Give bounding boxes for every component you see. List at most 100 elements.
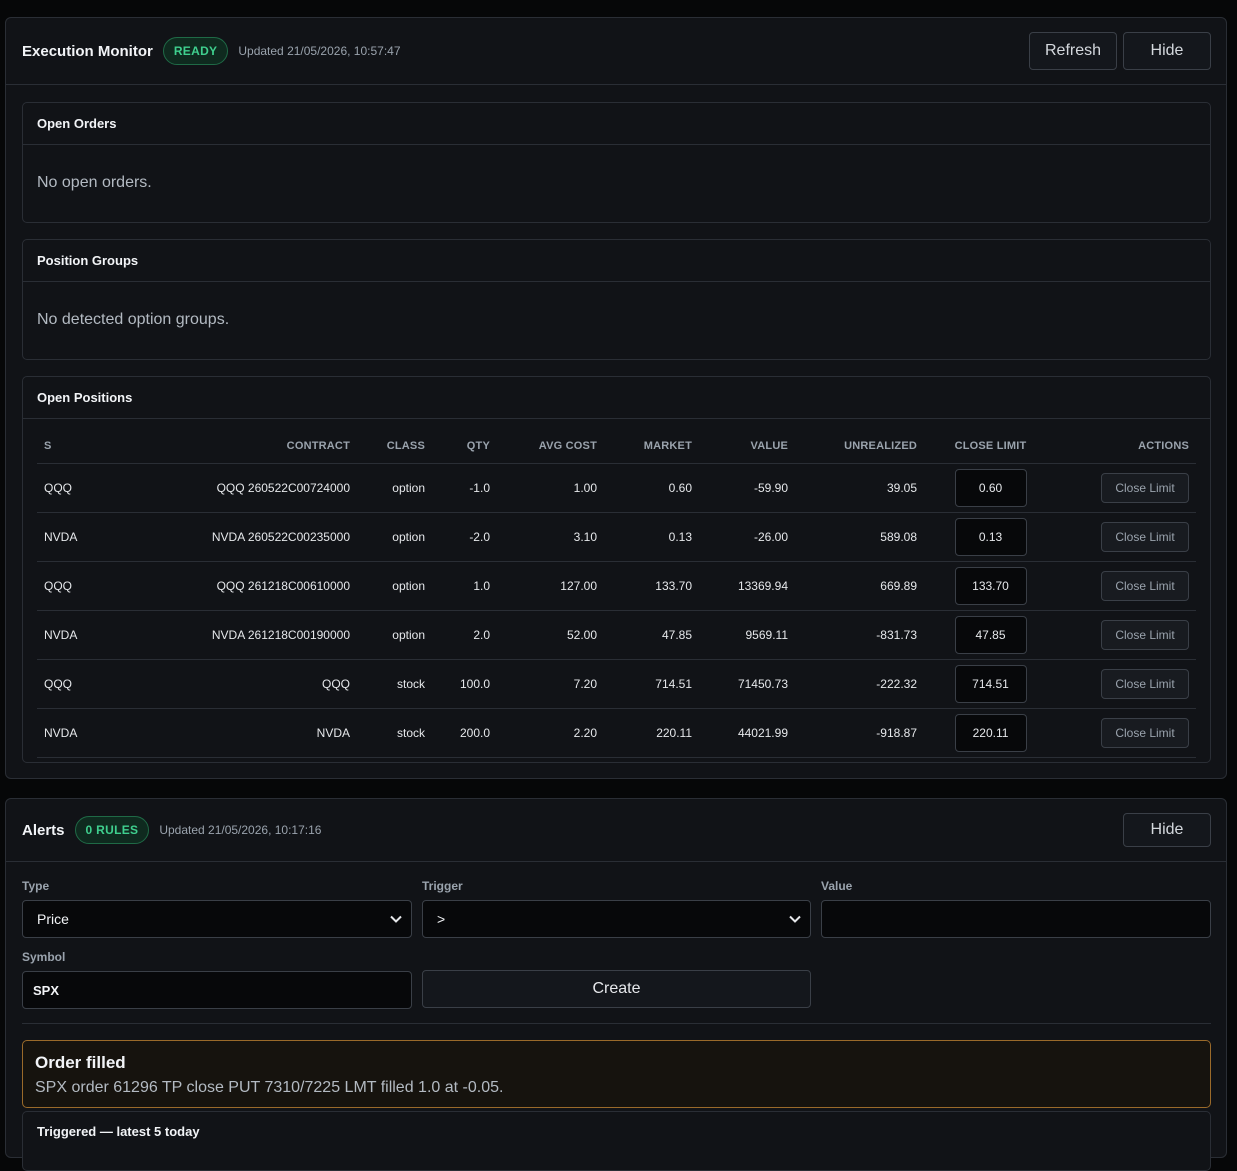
cell-contract: NVDA 260522C00235000 bbox=[111, 512, 357, 562]
cell-unrealized: 669.89 bbox=[795, 561, 924, 611]
column-header: CONTRACT bbox=[111, 429, 357, 464]
chevron-down-icon bbox=[390, 915, 402, 923]
cell-actions: Close Limit bbox=[1057, 463, 1196, 513]
cell-avg-cost: 52.00 bbox=[497, 610, 604, 660]
cell-symbol: NVDA bbox=[37, 610, 111, 660]
cell-close-limit: 220.11 bbox=[924, 708, 1057, 758]
cell-symbol: QQQ bbox=[37, 659, 111, 709]
hide-button[interactable]: Hide bbox=[1123, 32, 1211, 70]
notice-message: SPX order 61296 TP close PUT 7310/7225 L… bbox=[35, 1079, 504, 1096]
cell-actions: Close Limit bbox=[1057, 561, 1196, 611]
cell-market: 714.51 bbox=[604, 659, 699, 709]
cell-contract: NVDA 261218C00190000 bbox=[111, 610, 357, 660]
cell-unrealized: 39.05 bbox=[795, 463, 924, 513]
cell-value: 9569.11 bbox=[699, 610, 795, 660]
execution-monitor-panel: Execution Monitor READY Updated 21/05/20… bbox=[5, 17, 1227, 779]
cell-close-limit: 133.70 bbox=[924, 561, 1057, 611]
cell-value: -26.00 bbox=[699, 512, 795, 562]
cell-value: 71450.73 bbox=[699, 659, 795, 709]
column-header: VALUE bbox=[699, 429, 795, 464]
cell-market: 0.13 bbox=[604, 512, 699, 562]
cell-qty: 1.0 bbox=[432, 561, 497, 611]
table-header-row: S CONTRACT CLASS QTY AVG COST MARKET VAL… bbox=[37, 429, 1196, 464]
column-header: UNREALIZED bbox=[795, 429, 924, 464]
close-limit-button[interactable]: Close Limit bbox=[1101, 718, 1189, 748]
cell-symbol: QQQ bbox=[37, 463, 111, 513]
panel-title: Execution Monitor bbox=[22, 42, 153, 60]
table-row: NVDA NVDA stock 200.0 2.20 220.11 44021.… bbox=[37, 708, 1196, 758]
trigger-select[interactable]: > bbox=[422, 900, 811, 938]
cell-market: 47.85 bbox=[604, 610, 699, 660]
close-limit-input[interactable]: 714.51 bbox=[954, 665, 1027, 703]
symbol-input[interactable]: SPX bbox=[22, 971, 412, 1009]
type-label: Type bbox=[22, 879, 50, 893]
column-header: ACTIONS bbox=[1057, 429, 1196, 464]
close-limit-button[interactable]: Close Limit bbox=[1101, 669, 1189, 699]
table-row: QQQ QQQ 260522C00724000 option -1.0 1.00… bbox=[37, 463, 1196, 513]
column-header: AVG COST bbox=[497, 429, 604, 464]
cell-close-limit: 714.51 bbox=[924, 659, 1057, 709]
cell-unrealized: 589.08 bbox=[795, 512, 924, 562]
card-title: Open Orders bbox=[23, 103, 1210, 145]
cell-value: 44021.99 bbox=[699, 708, 795, 758]
cell-class: stock bbox=[357, 659, 432, 709]
cell-class: option bbox=[357, 610, 432, 660]
column-header: S bbox=[37, 429, 111, 464]
updated-timestamp: Updated 21/05/2026, 10:57:47 bbox=[238, 44, 401, 58]
refresh-button[interactable]: Refresh bbox=[1029, 32, 1117, 70]
close-limit-input[interactable]: 47.85 bbox=[954, 616, 1027, 654]
open-orders-card: Open Orders No open orders. bbox=[22, 102, 1211, 223]
cell-close-limit: 0.60 bbox=[924, 463, 1057, 513]
updated-timestamp: Updated 21/05/2026, 10:17:16 bbox=[159, 823, 322, 837]
trigger-label: Trigger bbox=[422, 879, 463, 893]
cell-actions: Close Limit bbox=[1057, 659, 1196, 709]
cell-qty: -2.0 bbox=[432, 512, 497, 562]
card-title: Position Groups bbox=[23, 240, 1210, 282]
close-limit-button[interactable]: Close Limit bbox=[1101, 522, 1189, 552]
divider bbox=[22, 1023, 1211, 1024]
table-row: NVDA NVDA 261218C00190000 option 2.0 52.… bbox=[37, 610, 1196, 660]
cell-qty: -1.0 bbox=[432, 463, 497, 513]
notice-title: Order filled bbox=[35, 1053, 126, 1072]
cell-unrealized: -222.32 bbox=[795, 659, 924, 709]
cell-close-limit: 47.85 bbox=[924, 610, 1057, 660]
cell-class: option bbox=[357, 512, 432, 562]
cell-close-limit: 0.13 bbox=[924, 512, 1057, 562]
type-select[interactable]: Price bbox=[22, 900, 412, 938]
close-limit-button[interactable]: Close Limit bbox=[1101, 473, 1189, 503]
hide-button[interactable]: Hide bbox=[1123, 813, 1211, 847]
close-limit-input[interactable]: 220.11 bbox=[954, 714, 1027, 752]
column-header: MARKET bbox=[604, 429, 699, 464]
table-row: NVDA NVDA 260522C00235000 option -2.0 3.… bbox=[37, 512, 1196, 562]
close-limit-button[interactable]: Close Limit bbox=[1101, 620, 1189, 650]
cell-symbol: NVDA bbox=[37, 708, 111, 758]
close-limit-input[interactable]: 0.60 bbox=[954, 469, 1027, 507]
cell-value: -59.90 bbox=[699, 463, 795, 513]
cell-avg-cost: 2.20 bbox=[497, 708, 604, 758]
type-select-value: Price bbox=[37, 911, 69, 927]
cell-class: stock bbox=[357, 708, 432, 758]
column-header: QTY bbox=[432, 429, 497, 464]
status-badge: READY bbox=[162, 37, 229, 65]
cell-actions: Close Limit bbox=[1057, 708, 1196, 758]
cell-class: option bbox=[357, 463, 432, 513]
create-button[interactable]: Create bbox=[422, 970, 811, 1008]
cell-contract: QQQ bbox=[111, 659, 357, 709]
panel-title: Alerts bbox=[22, 821, 65, 839]
close-limit-input[interactable]: 133.70 bbox=[954, 567, 1027, 605]
empty-state: No open orders. bbox=[37, 174, 152, 191]
value-input[interactable] bbox=[821, 900, 1211, 938]
cell-symbol: QQQ bbox=[37, 561, 111, 611]
cell-actions: Close Limit bbox=[1057, 512, 1196, 562]
cell-market: 220.11 bbox=[604, 708, 699, 758]
table-row: QQQ QQQ stock 100.0 7.20 714.51 71450.73… bbox=[37, 659, 1196, 709]
cell-market: 0.60 bbox=[604, 463, 699, 513]
value-label: Value bbox=[821, 879, 853, 893]
chevron-down-icon bbox=[789, 915, 801, 923]
rules-badge: 0 RULES bbox=[74, 816, 150, 844]
triggered-card: Triggered — latest 5 today bbox=[22, 1111, 1211, 1171]
card-title: Open Positions bbox=[23, 377, 1210, 419]
close-limit-button[interactable]: Close Limit bbox=[1101, 571, 1189, 601]
symbol-label: Symbol bbox=[22, 950, 66, 964]
close-limit-input[interactable]: 0.13 bbox=[954, 518, 1027, 556]
